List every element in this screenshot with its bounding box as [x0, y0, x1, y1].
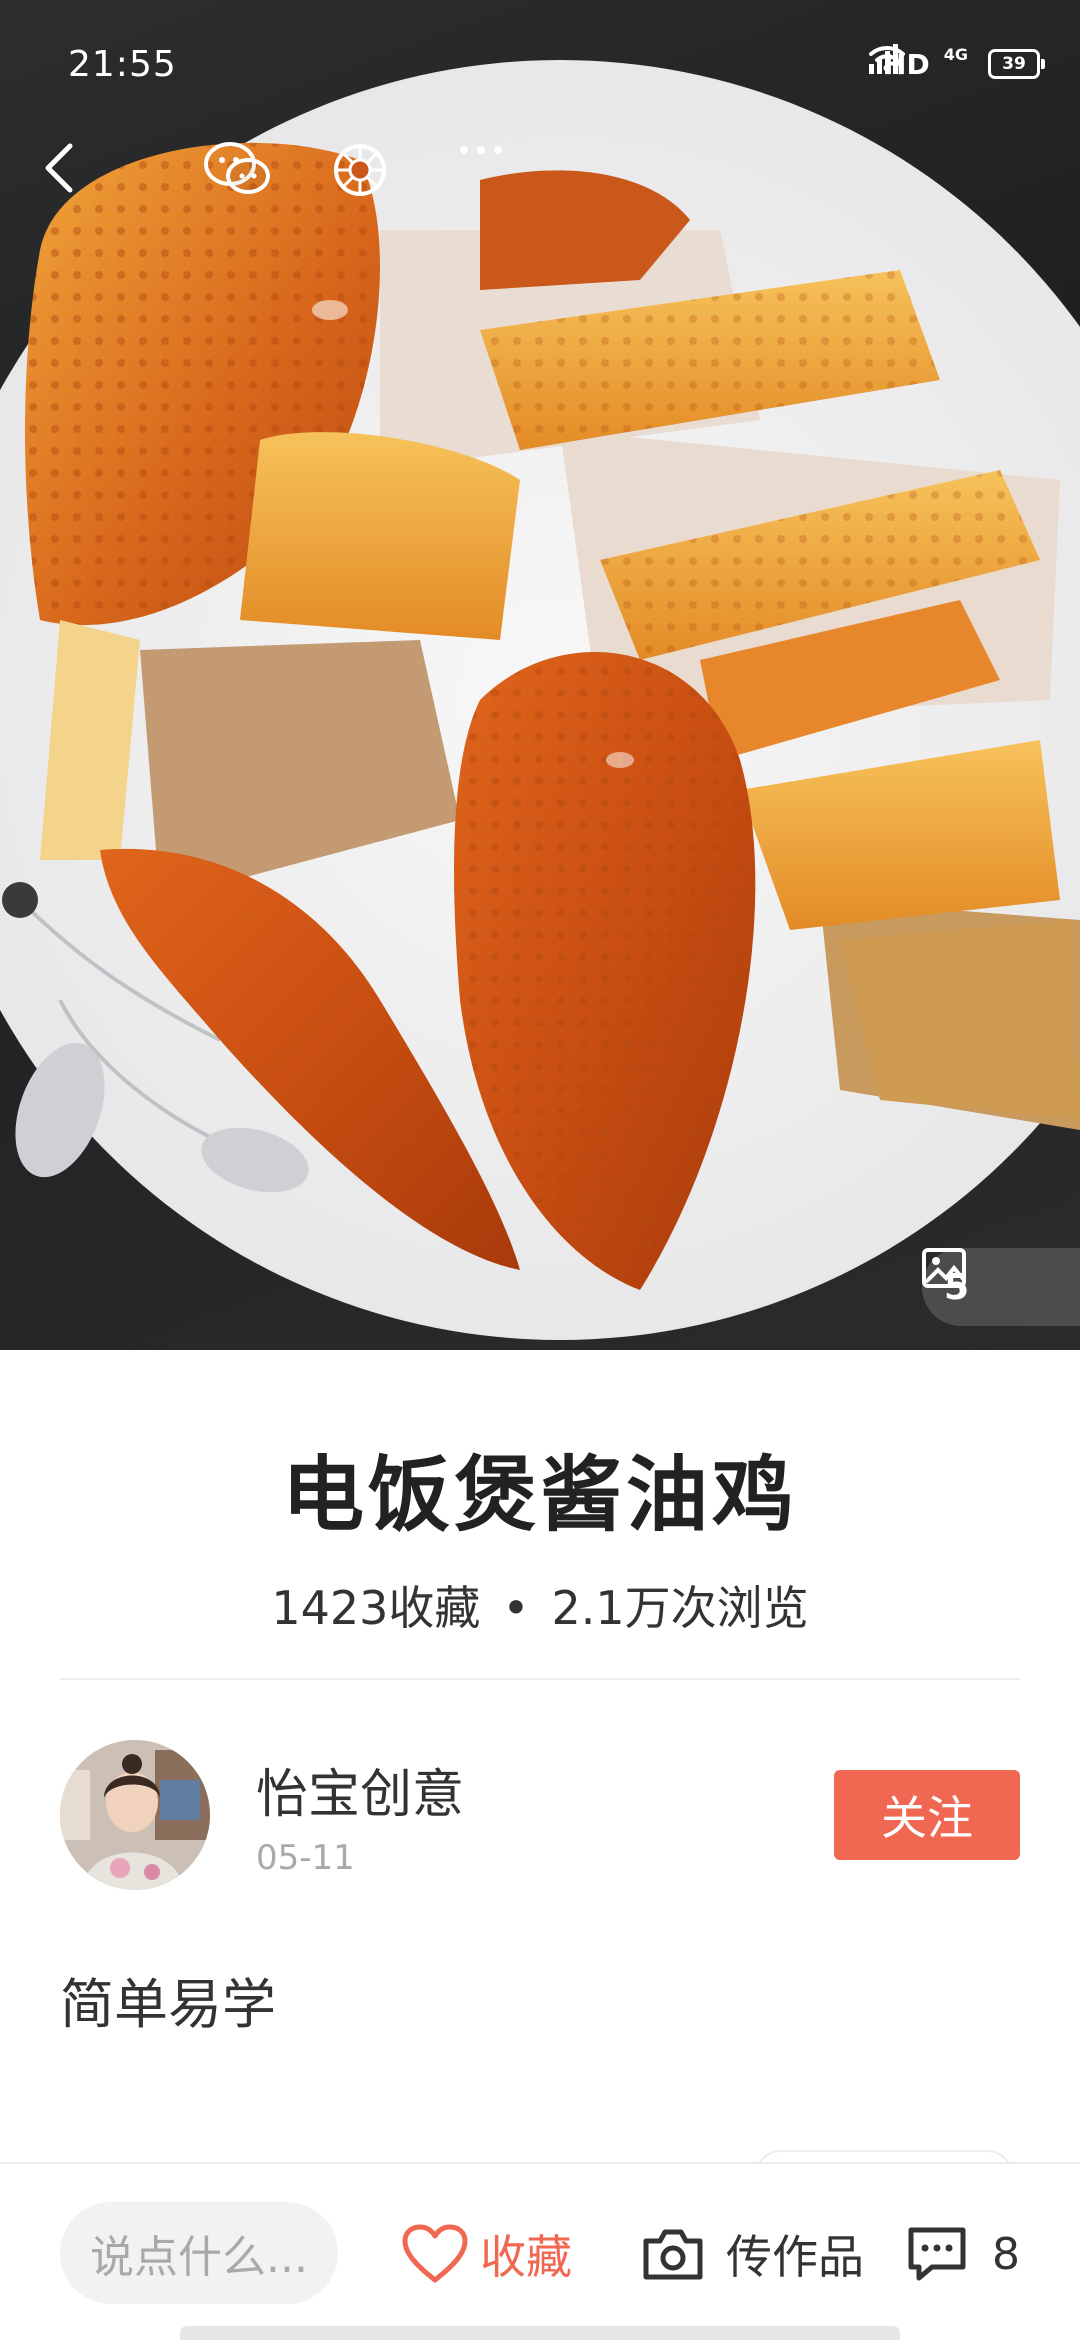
- favorite-count: 1423收藏: [271, 1581, 481, 1635]
- stats-separator: •: [502, 1581, 530, 1635]
- status-time: 21:55: [68, 44, 177, 85]
- status-icons: HD 4G 39: [869, 44, 1045, 84]
- status-bar: 21:55 HD 4G 39: [0, 0, 1080, 130]
- author-avatar[interactable]: [60, 1740, 210, 1890]
- more-icon: [460, 146, 502, 154]
- author-name[interactable]: 怡宝创意: [256, 1752, 464, 1827]
- heart-icon: [402, 2224, 468, 2283]
- wechat-icon: [204, 142, 270, 194]
- battery-level: 39: [1002, 54, 1026, 74]
- home-indicator: [180, 2326, 900, 2340]
- back-button[interactable]: [40, 140, 120, 220]
- photo-count-badge[interactable]: 5: [922, 1248, 1080, 1326]
- battery-icon: 39: [988, 49, 1045, 79]
- back-icon: [45, 143, 73, 193]
- share-moments-button[interactable]: [330, 140, 410, 220]
- bottom-action-bar: 说点什么... 收藏 传作品 8: [0, 2162, 1080, 2340]
- avatar-image: [60, 1740, 210, 1890]
- camera-icon: [643, 2229, 703, 2280]
- top-nav: [0, 140, 1080, 220]
- recipe-description: 简单易学: [60, 1973, 276, 2036]
- comment-count: 8: [992, 2228, 1020, 2280]
- comment-icon: [908, 2227, 966, 2281]
- recipe-photo[interactable]: 21:55 HD 4G 39 5: [0, 0, 1080, 1350]
- view-count: 2.1万次浏览: [551, 1581, 809, 1635]
- recipe-title: 电饭煲酱油鸡: [281, 1448, 798, 1543]
- post-date: 05-11: [256, 1838, 355, 1878]
- more-options-button[interactable]: [456, 140, 536, 220]
- moments-icon: [334, 144, 386, 196]
- comment-input[interactable]: 说点什么...: [60, 2202, 338, 2304]
- image-icon: [922, 1248, 966, 1288]
- upload-work-button[interactable]: 传作品: [642, 2216, 864, 2292]
- recipe-stats: 1423收藏 • 2.1万次浏览: [0, 1572, 1080, 1638]
- divider: [60, 1678, 1020, 1680]
- share-wechat-button[interactable]: [202, 140, 282, 220]
- follow-button[interactable]: 关注: [834, 1770, 1020, 1860]
- favorite-button[interactable]: 收藏: [402, 2216, 572, 2292]
- favorite-label: 收藏: [480, 2230, 572, 2284]
- comments-button[interactable]: 8: [906, 2216, 1020, 2292]
- network-type-label: 4G: [943, 44, 968, 64]
- upload-label: 传作品: [726, 2230, 864, 2284]
